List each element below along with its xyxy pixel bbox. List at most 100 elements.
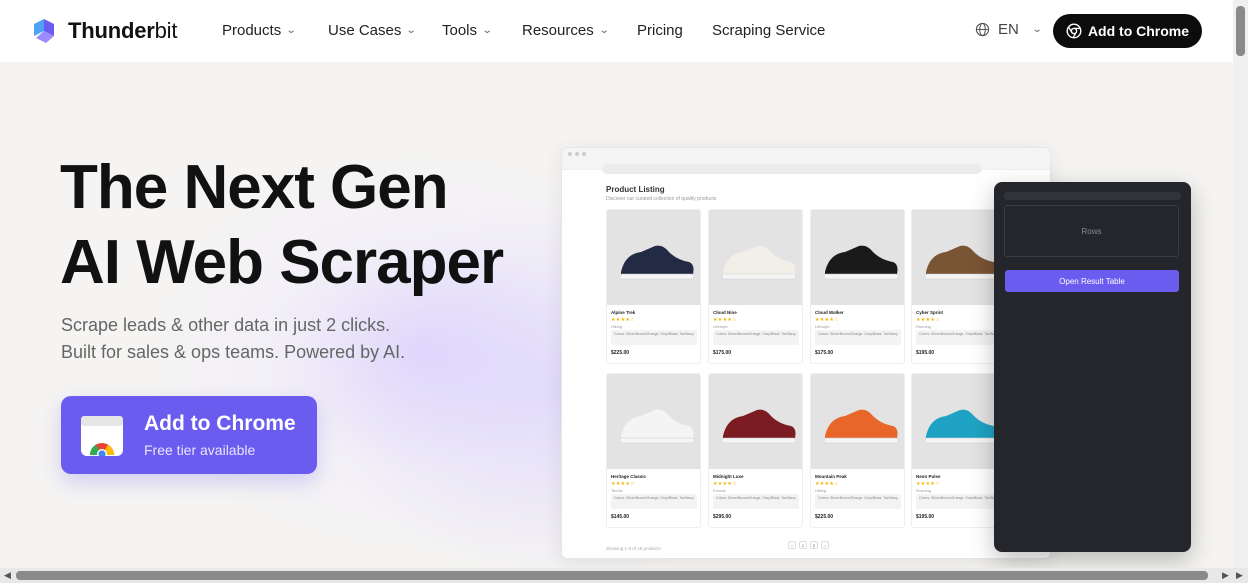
shoe-shape xyxy=(723,245,796,276)
product-tags: Colors: Silver/Brown/Orange, Gray/Black,… xyxy=(815,330,901,345)
scroll-right-end-icon[interactable]: ▶ xyxy=(1236,570,1243,581)
shoe-shape xyxy=(621,245,694,276)
product-image xyxy=(912,374,1005,469)
mock-pagination: ‹ 1 2 › xyxy=(788,541,829,549)
nav-item-resources[interactable]: Resources ⌄ xyxy=(522,22,610,39)
product-price: $225.00 xyxy=(611,350,630,356)
shoe-shape xyxy=(723,409,796,440)
shoe-shape xyxy=(926,245,999,276)
product-image xyxy=(607,210,700,305)
extension-side-panel: Rows Open Result Table xyxy=(994,182,1191,552)
product-tags: Colors: Silver/Brown/Orange, Gray/Black,… xyxy=(916,330,1002,345)
chevron-down-icon: ⌄ xyxy=(481,25,493,36)
rating-stars-icon: ★★★★☆ xyxy=(611,317,635,323)
product-card: Midnight Luxe ★★★★☆ Formal Colors: Silver/B… xyxy=(708,373,803,528)
rating-stars-icon: ★★★★☆ xyxy=(916,481,940,487)
product-category: Formal xyxy=(713,488,726,493)
cta-title: Add to Chrome xyxy=(144,412,296,435)
globe-icon xyxy=(975,22,990,37)
nav-item-products[interactable]: Products ⌄ xyxy=(222,22,297,39)
product-name: Mountain Peak xyxy=(815,474,847,479)
product-tags: Colors: Silver/Brown/Orange, Gray/Black,… xyxy=(611,330,697,345)
mock-footer-text: Showing 1-8 of 16 products xyxy=(606,546,661,551)
product-image xyxy=(607,374,700,469)
open-result-table-button: Open Result Table xyxy=(1005,270,1179,292)
shoe-shape xyxy=(825,245,898,276)
hero-section: The Next Gen AI Web Scraper Scrape leads… xyxy=(0,62,1233,568)
product-name: Midnight Luxe xyxy=(713,474,744,479)
product-image xyxy=(912,210,1005,305)
horizontal-scrollbar-thumb[interactable] xyxy=(16,571,1208,580)
vertical-scrollbar-thumb[interactable] xyxy=(1236,6,1245,56)
shoe-sole xyxy=(721,437,797,444)
product-image xyxy=(811,210,904,305)
product-price: $195.00 xyxy=(916,350,935,356)
chrome-icon xyxy=(1066,23,1082,39)
rows-placeholder: Rows xyxy=(1004,205,1179,257)
nav-item-pricing[interactable]: Pricing xyxy=(637,22,683,39)
rating-stars-icon: ★★★★☆ xyxy=(815,481,839,487)
product-name: Cloud Walker xyxy=(815,310,844,315)
rating-stars-icon: ★★★★☆ xyxy=(916,317,940,323)
product-price: $195.00 xyxy=(916,514,935,520)
product-tags: Colors: Silver/Brown/Orange, Gray/Black,… xyxy=(916,494,1002,509)
shoe-sole xyxy=(823,273,899,280)
product-price: $175.00 xyxy=(713,350,732,356)
hero-subtitle: Scrape leads & other data in just 2 clic… xyxy=(61,315,406,362)
rating-stars-icon: ★★★★☆ xyxy=(713,481,737,487)
scroll-right-icon[interactable]: ▶ xyxy=(1222,570,1229,581)
product-tags: Colors: Silver/Brown/Orange, Gray/Black,… xyxy=(815,494,901,509)
scroll-left-icon[interactable]: ◀ xyxy=(4,570,11,581)
vertical-scrollbar[interactable] xyxy=(1233,0,1248,568)
shoe-sole xyxy=(619,273,695,280)
product-card: Mountain Peak ★★★★☆ Hiking Colors: Silver/B… xyxy=(810,373,905,528)
product-price: $225.00 xyxy=(815,514,834,520)
product-card: Cloud Nine ★★★★☆ Lifestyle Colors: Silver/B… xyxy=(708,209,803,364)
product-tags: Colors: Silver/Brown/Orange, Gray/Black,… xyxy=(611,494,697,509)
chevron-down-icon: ⌄ xyxy=(1031,24,1043,35)
nav-item-tools[interactable]: Tools ⌄ xyxy=(442,22,493,39)
product-category: Running xyxy=(916,488,931,493)
add-to-chrome-hero-button[interactable]: Add to Chrome Free tier available xyxy=(61,396,317,474)
shoe-sole xyxy=(924,273,1000,280)
shoe-shape xyxy=(621,409,694,440)
product-image xyxy=(709,374,802,469)
product-name: Cloud Nine xyxy=(713,310,737,315)
nav-item-use-cases[interactable]: Use Cases ⌄ xyxy=(328,22,418,39)
product-image xyxy=(811,374,904,469)
product-card: Alpine Trek ★★★★☆ Hiking Colors: Silver/Bro… xyxy=(606,209,701,364)
brand-name: Thunderbit xyxy=(68,18,178,43)
product-price: $295.00 xyxy=(713,514,732,520)
horizontal-scrollbar[interactable]: ◀ ▶ ▶ xyxy=(0,568,1248,583)
product-price: $145.00 xyxy=(611,514,630,520)
product-tags: Colors: Silver/Brown/Orange, Gray/Black,… xyxy=(713,330,799,345)
language-selector[interactable]: EN ⌄ xyxy=(975,21,1043,38)
cta-subtitle: Free tier available xyxy=(144,442,256,458)
product-card: Neon Pulse ★★★★☆ Running Colors: Silver/Bro… xyxy=(911,373,1006,528)
shoe-sole xyxy=(619,437,695,444)
product-card: Cloud Walker ★★★★☆ Lifestyle Colors: Silver… xyxy=(810,209,905,364)
product-category: Tennis xyxy=(611,488,623,493)
product-category: Hiking xyxy=(611,324,623,329)
page-2: 2 xyxy=(810,541,818,549)
brand-logo[interactable]: Thunderbit xyxy=(32,18,177,44)
panel-header xyxy=(1004,192,1181,200)
shoe-shape xyxy=(825,409,898,440)
product-category: Lifestyle xyxy=(815,324,830,329)
nav-item-scraping-service[interactable]: Scraping Service xyxy=(712,22,825,39)
shoe-shape xyxy=(926,409,999,440)
add-to-chrome-nav-button[interactable]: Add to Chrome xyxy=(1053,14,1202,48)
rating-stars-icon: ★★★★☆ xyxy=(815,317,839,323)
chevron-down-icon: ⌄ xyxy=(598,25,610,36)
shoe-sole xyxy=(924,437,1000,444)
product-name: Cyber Sprint xyxy=(916,310,944,315)
product-category: Lifestyle xyxy=(713,324,728,329)
rating-stars-icon: ★★★★☆ xyxy=(713,317,737,323)
chrome-store-icon xyxy=(81,416,123,459)
product-card: Heritage Classic ★★★★☆ Tennis Colors: Silve… xyxy=(606,373,701,528)
product-name: Neon Pulse xyxy=(916,474,941,479)
mock-url-bar xyxy=(602,164,982,174)
product-tags: Colors: Silver/Brown/Orange, Gray/Black,… xyxy=(713,494,799,509)
top-nav: Thunderbit Products ⌄ Use Cases ⌄ Tools ⌄ R… xyxy=(0,0,1233,62)
chevron-down-icon: ⌄ xyxy=(406,25,418,36)
